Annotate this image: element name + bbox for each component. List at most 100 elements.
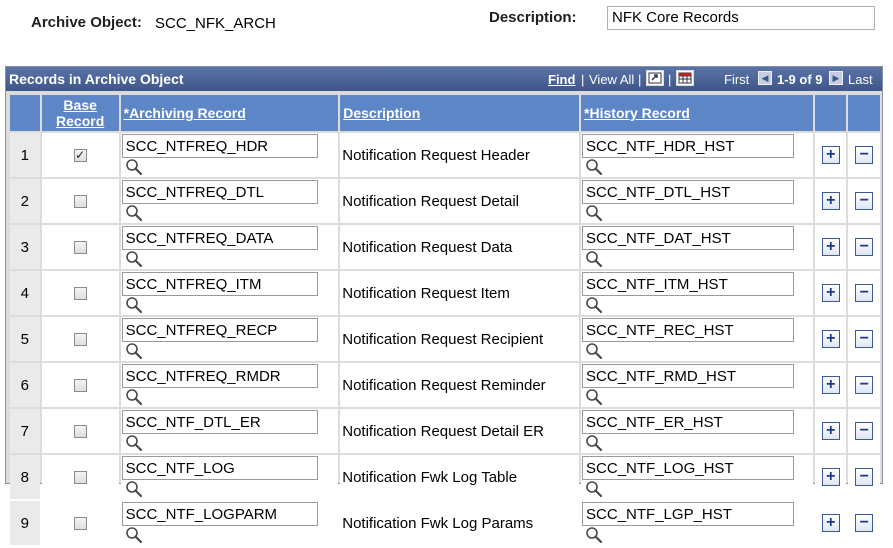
- row-number: 4: [10, 271, 40, 316]
- archiving-record-input[interactable]: SCC_NTF_DTL_ER: [121, 410, 318, 435]
- magnifier-icon[interactable]: [585, 158, 603, 176]
- plus-icon[interactable]: +: [821, 422, 840, 441]
- history-record-input[interactable]: SCC_NTF_ITM_HST: [582, 272, 795, 297]
- base-record-checkbox[interactable]: [73, 333, 87, 347]
- history-record-input[interactable]: SCC_NTF_REC_HST: [582, 318, 795, 343]
- add-row-cell: +: [815, 179, 847, 224]
- description-cell: Notification Request Detail: [340, 179, 580, 224]
- plus-icon[interactable]: +: [821, 238, 840, 257]
- magnifier-icon[interactable]: [125, 388, 143, 406]
- first-label[interactable]: First: [724, 72, 749, 87]
- history-record-input[interactable]: SCC_NTF_LGP_HST: [582, 502, 795, 527]
- magnifier-icon[interactable]: [585, 296, 603, 314]
- minus-icon[interactable]: −: [855, 238, 874, 257]
- history-record-input[interactable]: SCC_NTF_RMD_HST: [582, 364, 795, 389]
- history-record-header[interactable]: *History Record: [581, 95, 814, 131]
- archiving-record-cell: SCC_NTFREQ_ITM: [120, 271, 339, 316]
- history-record-input[interactable]: SCC_NTF_ER_HST: [582, 410, 795, 435]
- minus-icon[interactable]: −: [855, 146, 874, 165]
- history-record-cell: SCC_NTF_ITM_HST: [581, 271, 814, 316]
- description-cell: Notification Request Item: [340, 271, 580, 316]
- history-record-cell: SCC_NTF_LOG_HST: [581, 455, 814, 500]
- base-record-checkbox[interactable]: [73, 241, 87, 255]
- base-record-cell: [41, 179, 119, 224]
- plus-icon[interactable]: +: [821, 146, 840, 165]
- minus-icon[interactable]: −: [855, 330, 874, 349]
- minus-icon[interactable]: −: [855, 422, 874, 441]
- archiving-record-input[interactable]: SCC_NTFREQ_DATA: [121, 226, 318, 251]
- magnifier-icon[interactable]: [585, 388, 603, 406]
- plus-icon[interactable]: +: [821, 514, 840, 533]
- prev-arrow-icon[interactable]: ◀: [758, 71, 772, 85]
- archiving-record-input[interactable]: SCC_NTFREQ_RMDR: [121, 364, 318, 389]
- history-record-input[interactable]: SCC_NTF_HDR_HST: [582, 134, 795, 158]
- minus-icon[interactable]: −: [855, 192, 874, 211]
- description-header[interactable]: Description: [340, 95, 580, 131]
- magnifier-icon[interactable]: [585, 526, 603, 544]
- base-record-cell: [41, 317, 119, 362]
- magnifier-icon[interactable]: [585, 250, 603, 268]
- download-grid-icon[interactable]: [676, 70, 694, 86]
- base-record-checkbox[interactable]: [73, 195, 87, 209]
- table-row: 1 ✓ SCC_NTFREQ_HDR Notification Request Hea…: [10, 133, 880, 178]
- magnifier-icon[interactable]: [125, 296, 143, 314]
- archiving-record-header[interactable]: *Archiving Record: [120, 95, 339, 131]
- minus-icon[interactable]: −: [855, 514, 874, 533]
- minus-icon[interactable]: −: [855, 468, 874, 487]
- delete-row-cell: −: [848, 501, 880, 546]
- base-record-checkbox[interactable]: [73, 517, 87, 531]
- magnifier-icon[interactable]: [125, 480, 143, 498]
- magnifier-icon[interactable]: [125, 434, 143, 452]
- base-record-checkbox[interactable]: [73, 287, 87, 301]
- history-record-input[interactable]: SCC_NTF_DAT_HST: [582, 226, 795, 251]
- magnifier-icon[interactable]: [585, 434, 603, 452]
- description-input[interactable]: NFK Core Records: [607, 6, 875, 30]
- add-row-cell: +: [815, 317, 847, 362]
- nav-separator: |: [581, 72, 585, 87]
- table-row: 8 SCC_NTF_LOG Notification Fwk Log Table SC…: [10, 455, 880, 500]
- history-record-input[interactable]: SCC_NTF_LOG_HST: [582, 456, 795, 481]
- magnifier-icon[interactable]: [125, 158, 143, 176]
- magnifier-icon[interactable]: [125, 250, 143, 268]
- last-label[interactable]: Last: [848, 72, 873, 87]
- magnifier-icon[interactable]: [585, 204, 603, 222]
- archiving-record-input[interactable]: SCC_NTF_LOG: [121, 456, 318, 481]
- magnifier-icon[interactable]: [125, 526, 143, 544]
- plus-icon[interactable]: +: [821, 330, 840, 349]
- minus-icon[interactable]: −: [855, 284, 874, 303]
- base-record-checkbox[interactable]: [73, 379, 87, 393]
- magnifier-icon[interactable]: [125, 342, 143, 360]
- archiving-record-input[interactable]: SCC_NTFREQ_ITM: [121, 272, 318, 297]
- add-row-cell: +: [815, 133, 847, 178]
- magnifier-icon[interactable]: [585, 480, 603, 498]
- next-arrow-icon[interactable]: ▶: [829, 71, 843, 85]
- archiving-record-cell: SCC_NTF_LOG: [120, 455, 339, 500]
- magnifier-icon[interactable]: [585, 342, 603, 360]
- base-record-header[interactable]: Base Record: [41, 95, 119, 131]
- minus-icon[interactable]: −: [855, 376, 874, 395]
- zoom-grid-icon[interactable]: [646, 70, 664, 86]
- view-all-link[interactable]: View All: [589, 72, 634, 87]
- description-cell: Notification Request Recipient: [340, 317, 580, 362]
- magnifier-icon[interactable]: [125, 204, 143, 222]
- history-record-input[interactable]: SCC_NTF_DTL_HST: [582, 180, 795, 205]
- base-record-checkbox[interactable]: [73, 425, 87, 439]
- archiving-record-input[interactable]: SCC_NTFREQ_RECP: [121, 318, 318, 343]
- grid-title: Records in Archive Object: [9, 71, 184, 87]
- row-range: 1-9 of 9: [777, 72, 823, 87]
- archiving-record-input[interactable]: SCC_NTFREQ_HDR: [121, 134, 318, 158]
- archiving-record-input[interactable]: SCC_NTFREQ_DTL: [121, 180, 318, 205]
- history-record-cell: SCC_NTF_LGP_HST: [581, 501, 814, 546]
- base-record-checkbox[interactable]: ✓: [73, 149, 87, 163]
- plus-icon[interactable]: +: [821, 284, 840, 303]
- description-cell: Notification Request Detail ER: [340, 409, 580, 454]
- plus-icon[interactable]: +: [821, 376, 840, 395]
- table-row: 7 SCC_NTF_DTL_ER Notification Request Deta…: [10, 409, 880, 454]
- archive-object-label: Archive Object:: [31, 14, 142, 31]
- find-link[interactable]: Find: [548, 72, 575, 87]
- add-row-cell: +: [815, 363, 847, 408]
- plus-icon[interactable]: +: [821, 192, 840, 211]
- base-record-checkbox[interactable]: [73, 471, 87, 485]
- archiving-record-input[interactable]: SCC_NTF_LOGPARM: [121, 502, 318, 527]
- plus-icon[interactable]: +: [821, 468, 840, 487]
